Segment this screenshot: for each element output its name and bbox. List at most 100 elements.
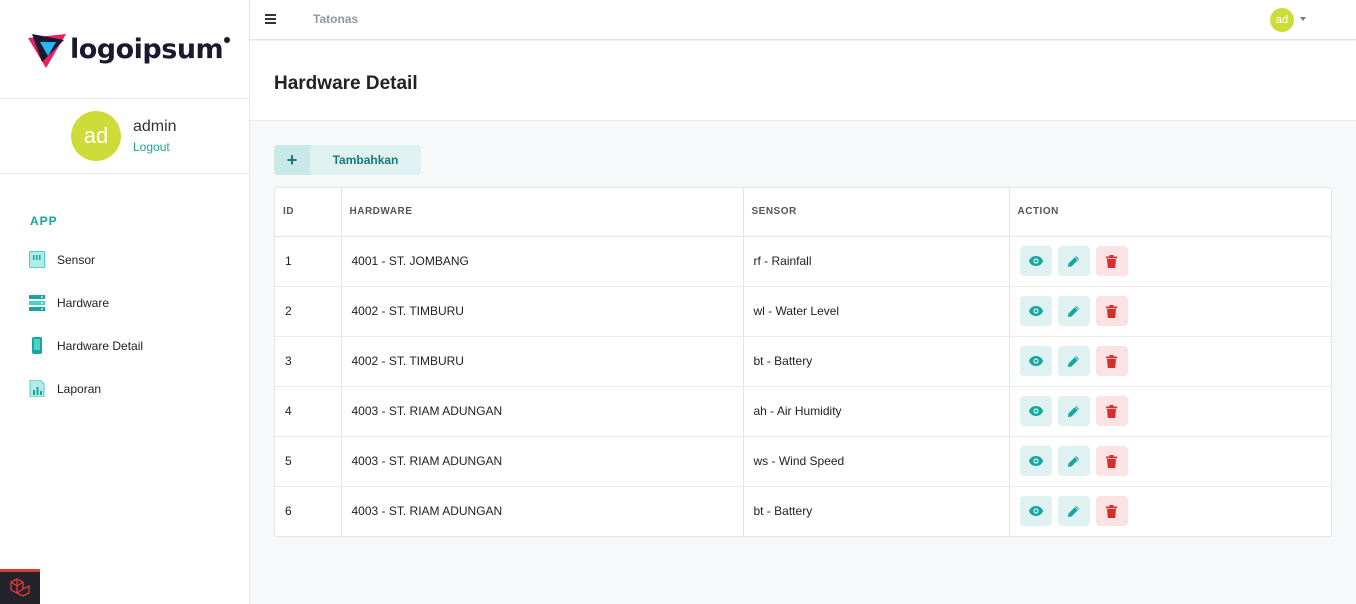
sensor-icon <box>29 251 45 268</box>
add-button[interactable]: + Tambahkan <box>274 145 421 175</box>
cell-hardware: 4003 - ST. RIAM ADUNGAN <box>340 436 743 487</box>
topbar: Tatonas ad <box>250 0 1356 40</box>
delete-button[interactable] <box>1095 246 1128 276</box>
trash-icon <box>1106 304 1117 318</box>
edit-button[interactable] <box>1057 396 1090 426</box>
sidebar-item-hardware-detail[interactable]: Hardware Detail <box>29 337 143 354</box>
view-button[interactable] <box>1019 246 1052 276</box>
table-row: 5 4003 - ST. RIAM ADUNGAN ws - Wind Speed <box>275 436 1331 487</box>
view-button[interactable] <box>1019 396 1052 426</box>
table-row: 2 4002 - ST. TIMBURU wl - Water Level <box>275 286 1331 337</box>
column-header-hardware[interactable]: HARDWARE <box>340 188 743 237</box>
eye-icon <box>1028 456 1043 466</box>
cell-id: 2 <box>275 286 341 337</box>
avatar[interactable]: ad <box>71 111 121 161</box>
logo-text: logoipsum <box>70 34 231 65</box>
eye-icon <box>1028 356 1043 366</box>
cell-id: 5 <box>275 436 341 487</box>
sidebar-item-hardware[interactable]: Hardware <box>29 294 109 311</box>
cell-sensor: rf - Rainfall <box>742 236 1009 287</box>
logo[interactable]: logoipsum <box>0 0 249 99</box>
sidebar-item-laporan[interactable]: Laporan <box>29 380 101 397</box>
add-button-label: Tambahkan <box>332 153 399 167</box>
sidebar-item-label: Hardware Detail <box>57 338 144 353</box>
sidebar-item-label: Hardware <box>57 295 110 310</box>
user-panel: ad admin Logout <box>0 99 249 174</box>
device-icon <box>32 337 42 354</box>
table-row: 4 4003 - ST. RIAM ADUNGAN ah - Air Humidit… <box>275 386 1331 437</box>
sidebar: logoipsum ad admin Logout APP Sensor Har… <box>0 0 250 604</box>
cell-sensor: ws - Wind Speed <box>742 436 1009 487</box>
cell-actions <box>1008 386 1331 437</box>
sidebar-item-label: Laporan <box>57 381 102 396</box>
report-icon <box>29 380 45 397</box>
view-button[interactable] <box>1019 296 1052 326</box>
pencil-icon <box>1068 305 1079 317</box>
edit-button[interactable] <box>1057 246 1090 276</box>
logout-link[interactable]: Logout <box>133 140 177 154</box>
trash-icon <box>1106 454 1117 468</box>
hardware-detail-table: ID HARDWARE SENSOR ACTION 1 4001 - ST. JO… <box>274 187 1332 537</box>
column-header-id[interactable]: ID <box>275 188 341 237</box>
edit-button[interactable] <box>1057 296 1090 326</box>
view-button[interactable] <box>1019 346 1052 376</box>
delete-button[interactable] <box>1095 346 1128 376</box>
edit-button[interactable] <box>1057 446 1090 476</box>
app-name[interactable]: Tatonas <box>313 12 358 26</box>
pencil-icon <box>1068 405 1079 417</box>
avatar-initials: ad <box>83 123 109 148</box>
pencil-icon <box>1068 505 1079 517</box>
cell-actions <box>1008 486 1331 536</box>
table-row: 1 4001 - ST. JOMBANG rf - Rainfall <box>275 236 1331 287</box>
delete-button[interactable] <box>1095 446 1128 476</box>
pencil-icon <box>1068 255 1079 267</box>
delete-button[interactable] <box>1095 296 1128 326</box>
chevron-down-icon[interactable] <box>1300 17 1306 21</box>
sidebar-item-sensor[interactable]: Sensor <box>29 251 95 268</box>
view-button[interactable] <box>1019 446 1052 476</box>
table-row: 6 4003 - ST. RIAM ADUNGAN bt - Battery <box>275 486 1331 536</box>
sidebar-item-label: Sensor <box>57 252 96 267</box>
delete-button[interactable] <box>1095 496 1128 527</box>
edit-button[interactable] <box>1057 346 1090 376</box>
cell-id: 3 <box>275 336 341 387</box>
cell-sensor: wl - Water Level <box>742 286 1009 337</box>
logo-mark-icon <box>28 34 66 68</box>
column-header-action: ACTION <box>1008 188 1331 237</box>
cell-actions <box>1008 286 1331 337</box>
eye-icon <box>1028 506 1043 517</box>
menu-toggle-icon[interactable] <box>265 14 276 24</box>
server-icon <box>29 295 45 311</box>
page-title: Hardware Detail <box>274 73 418 94</box>
cell-sensor: bt - Battery <box>742 336 1009 387</box>
cell-hardware: 4003 - ST. RIAM ADUNGAN <box>340 386 743 437</box>
cell-hardware: 4002 - ST. TIMBURU <box>340 336 743 387</box>
trash-icon <box>1106 354 1117 368</box>
pencil-icon <box>1068 455 1079 467</box>
column-header-sensor[interactable]: SENSOR <box>742 188 1009 237</box>
page-header: Hardware Detail <box>250 41 1356 121</box>
user-menu-avatar[interactable]: ad <box>1270 8 1294 32</box>
edit-button[interactable] <box>1057 496 1090 527</box>
cell-hardware: 4003 - ST. RIAM ADUNGAN <box>340 486 743 536</box>
cell-id: 6 <box>285 504 292 519</box>
view-button[interactable] <box>1019 496 1052 527</box>
eye-icon <box>1028 406 1043 416</box>
avatar-initials: ad <box>1275 14 1289 26</box>
laravel-icon <box>10 578 30 597</box>
trash-icon <box>1106 254 1117 268</box>
delete-button[interactable] <box>1095 396 1128 426</box>
trash-icon <box>1106 504 1117 518</box>
table-row: 3 4002 - ST. TIMBURU bt - Battery <box>275 336 1331 387</box>
cell-actions <box>1008 336 1331 387</box>
cell-sensor: bt - Battery <box>742 486 1009 536</box>
cell-hardware: 4001 - ST. JOMBANG <box>340 236 743 287</box>
cell-actions <box>1008 236 1331 287</box>
eye-icon <box>1028 306 1043 316</box>
framework-badge[interactable] <box>0 569 40 604</box>
cell-actions <box>1008 436 1331 487</box>
table-header-row: ID HARDWARE SENSOR ACTION <box>275 188 1331 237</box>
cell-id: 1 <box>275 236 341 287</box>
cell-sensor: ah - Air Humidity <box>742 386 1009 437</box>
cell-hardware: 4002 - ST. TIMBURU <box>340 286 743 337</box>
